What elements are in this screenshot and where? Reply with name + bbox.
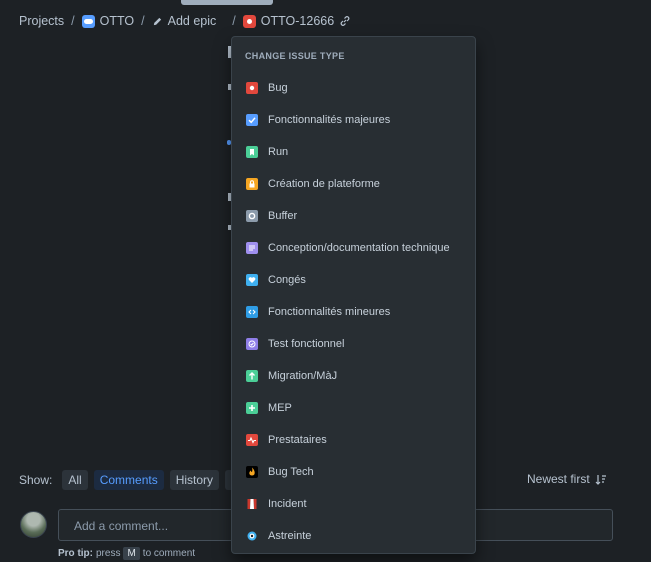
filter-comments[interactable]: Comments	[93, 470, 164, 490]
pro-tip-press: press	[96, 548, 121, 559]
issue-type-label: Buffer	[268, 210, 298, 222]
issue-type-label: Fonctionnalités mineures	[268, 306, 391, 318]
issue-type-label: Prestataires	[268, 434, 327, 446]
issue-type-option[interactable]: Test fonctionnel	[232, 328, 475, 360]
add-epic-label: Add epic	[167, 14, 217, 28]
issue-type-option[interactable]: Prestataires	[232, 424, 475, 456]
issue-type-option[interactable]: Fonctionnalités majeures	[232, 104, 475, 136]
issue-type-option[interactable]: Bug	[232, 72, 475, 104]
issue-type-option[interactable]: Congés	[232, 264, 475, 296]
issue-type-label: Bug	[268, 82, 288, 94]
issue-type-option[interactable]: Conception/documentation technique	[232, 232, 475, 264]
breadcrumb-projects[interactable]: Projects	[19, 14, 64, 28]
issue-type-list: Bug Fonctionnalités majeures Run Création d…	[232, 72, 475, 552]
issue-type-option[interactable]: Buffer	[232, 200, 475, 232]
target-icon	[246, 530, 258, 542]
pulse-icon	[246, 434, 258, 446]
issue-type-label: Création de plateforme	[268, 178, 380, 190]
breadcrumb-project-label: OTTO	[99, 14, 135, 28]
issue-type-label: Fonctionnalités majeures	[268, 114, 391, 126]
incident-icon	[246, 498, 258, 510]
sort-order-button[interactable]: Newest first	[527, 472, 607, 486]
breadcrumb-projects-label: Projects	[19, 14, 65, 28]
lock-icon	[246, 178, 258, 190]
issue-type-label: Run	[268, 146, 289, 158]
pencil-icon	[153, 17, 161, 25]
issue-type-label: Bug Tech	[268, 466, 314, 478]
breadcrumb-separator: /	[71, 14, 75, 28]
issue-type-option[interactable]: Bug Tech	[232, 456, 475, 488]
issue-type-option[interactable]: Fonctionnalités mineures	[232, 296, 475, 328]
gear-icon	[246, 210, 258, 222]
issue-type-label: Astreinte	[268, 530, 312, 542]
flame-icon	[246, 466, 258, 478]
tooltip-remnant	[181, 0, 273, 5]
dropdown-heading: CHANGE ISSUE TYPE	[245, 51, 345, 61]
bug-icon	[246, 82, 258, 94]
heart-icon	[246, 274, 258, 286]
breadcrumb-separator: /	[141, 14, 145, 28]
filter-history[interactable]: History	[169, 470, 220, 490]
breadcrumb-project[interactable]: OTTO	[81, 14, 135, 28]
issue-type-label: MEP	[268, 402, 292, 414]
issue-type-option[interactable]: Incident	[232, 488, 475, 520]
arrow-up-icon	[246, 370, 258, 382]
issue-type-option[interactable]: Run	[232, 136, 475, 168]
issue-type-option[interactable]: Création de plateforme	[232, 168, 475, 200]
sort-order-label: Newest first	[527, 472, 590, 486]
plus-icon	[246, 402, 258, 414]
issue-type-label: Migration/MàJ	[268, 370, 338, 382]
pro-tip-prefix: Pro tip:	[58, 548, 93, 559]
bookmark-icon	[246, 146, 258, 158]
link-icon[interactable]	[339, 15, 351, 27]
issue-type-label: Incident	[268, 498, 307, 510]
breadcrumb-issue[interactable]: OTTO-12666	[242, 14, 351, 28]
add-epic-button[interactable]: Add epic	[152, 14, 217, 28]
cloud-icon	[81, 14, 95, 28]
comment-placeholder: Add a comment...	[74, 519, 169, 533]
document-icon	[246, 242, 258, 254]
breadcrumb-separator: /	[232, 14, 236, 28]
change-issue-type-dropdown: CHANGE ISSUE TYPE Bug Fonctionnalités maj…	[231, 36, 476, 554]
pro-tip-suffix: to comment	[142, 548, 196, 559]
check-icon	[246, 114, 258, 126]
issue-type-option[interactable]: Astreinte	[232, 520, 475, 552]
avatar	[20, 511, 47, 538]
code-icon	[246, 306, 258, 318]
issue-type-option[interactable]: Migration/MàJ	[232, 360, 475, 392]
issue-key: OTTO-12666	[260, 14, 335, 28]
issue-type-label: Test fonctionnel	[268, 338, 345, 350]
show-label: Show:	[19, 473, 53, 487]
issue-type-label: Congés	[268, 274, 306, 286]
breadcrumb: Projects / OTTO / Add epic / OTTO-12666	[19, 12, 351, 30]
keyboard-shortcut-key: M	[123, 547, 140, 560]
filter-all[interactable]: All	[62, 470, 88, 490]
bug-icon	[242, 14, 256, 28]
issue-type-label: Conception/documentation technique	[268, 242, 450, 254]
check-circle-icon	[246, 338, 258, 350]
sort-icon	[595, 474, 606, 485]
pro-tip: Pro tip: press M to comment	[58, 547, 195, 560]
issue-type-option[interactable]: MEP	[232, 392, 475, 424]
activity-filter-bar: Show: All Comments History W	[19, 470, 249, 490]
